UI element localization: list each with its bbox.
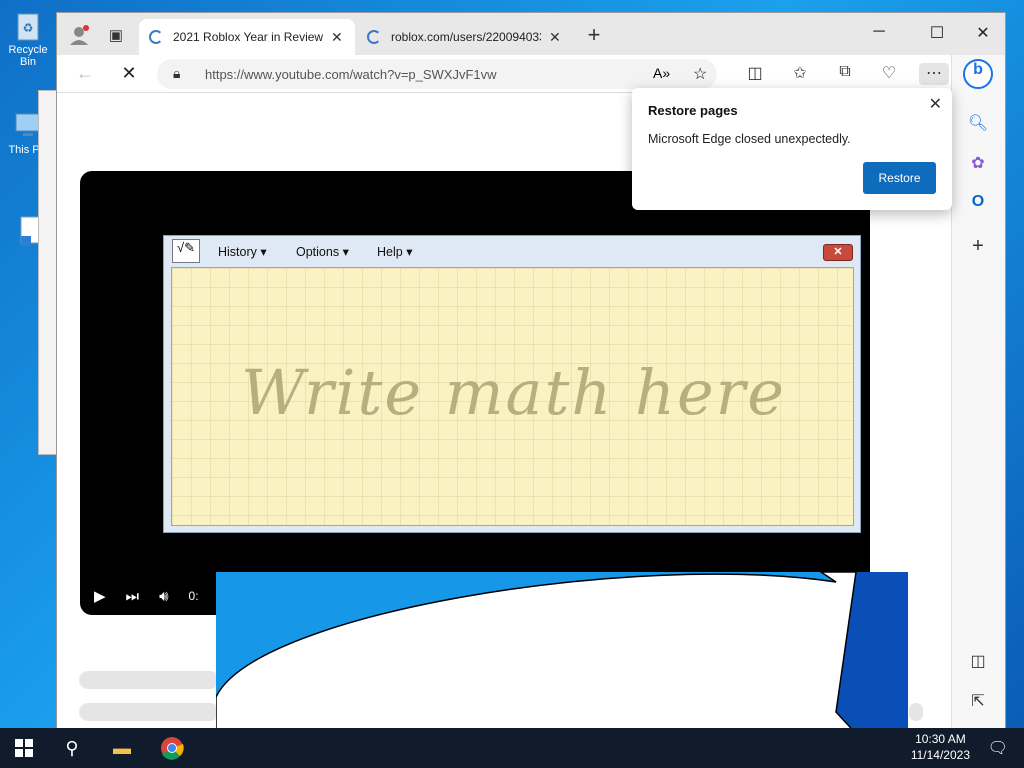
math-input-titlebar: √✎ History ▾ Options ▾ Help ▾ ✕ (164, 236, 860, 266)
menu-options[interactable]: Options ▾ (296, 244, 349, 259)
popup-title: Restore pages (648, 103, 738, 118)
address-bar[interactable]: 🔒︎ https://www.youtube.com/watch?v=p_SWX… (157, 59, 717, 89)
close-icon[interactable]: ✕ (929, 94, 942, 114)
close-tab-icon[interactable]: ✕ (549, 29, 561, 46)
restore-pages-popup: Restore pages Microsoft Edge closed unex… (632, 88, 952, 210)
menu-history[interactable]: History ▾ (218, 244, 267, 259)
file-explorer-icon[interactable]: ▬ (108, 734, 136, 762)
new-tab-button[interactable]: + (580, 21, 608, 49)
edge-sidebar: b 🔍︎ ✿ O + ◫ ⇱ (951, 55, 1005, 729)
read-aloud-icon[interactable]: A» (653, 65, 670, 81)
back-icon[interactable]: ← (73, 63, 97, 85)
split-screen-icon[interactable]: ◫ (743, 63, 767, 85)
favorites-icon[interactable]: ✩ (788, 63, 812, 85)
restore-button[interactable]: Restore (863, 162, 936, 194)
sidebar-toggle-icon[interactable]: ◫ (965, 651, 991, 677)
video-time: 0: (188, 589, 199, 603)
svg-text:♻: ♻ (23, 21, 34, 35)
volume-icon[interactable]: 🔊︎ (159, 588, 168, 605)
next-icon[interactable]: ⏭ (126, 588, 140, 605)
clock-time: 10:30 AM (915, 732, 966, 746)
loading-placeholder (909, 703, 923, 721)
microsoft-365-icon[interactable]: ✿ (965, 153, 991, 179)
tab-roblox-users[interactable]: roblox.com/users/220094033 ✕ (357, 19, 573, 55)
system-clock[interactable]: 10:30 AM 11/14/2023 (911, 731, 970, 763)
windows-start-icon[interactable] (10, 734, 38, 762)
notification-icon[interactable]: 🗨︎ (988, 738, 1008, 758)
tab-title: 2021 Roblox Year in Review: I (173, 30, 323, 44)
collections-icon[interactable]: ⧉ (833, 63, 857, 85)
add-icon[interactable]: + (965, 235, 991, 261)
recycle-bin-icon: ♻ (11, 8, 45, 42)
menu-help[interactable]: Help ▾ (377, 244, 412, 259)
tab-bar: ▣ 2021 Roblox Year in Review: I ✕ roblox… (57, 13, 1005, 55)
desktop-icon-label: Recycle Bin (8, 44, 48, 68)
tab-actions-icon[interactable]: ▣ (102, 21, 130, 49)
outlook-icon[interactable]: O (965, 193, 991, 219)
desktop-icon-recycle-bin[interactable]: ♻ Recycle Bin (0, 8, 56, 68)
bing-chat-icon[interactable]: b (963, 59, 993, 89)
open-external-icon[interactable]: ⇱ (965, 691, 991, 717)
performance-icon[interactable]: ♡ (877, 63, 901, 85)
popup-message: Microsoft Edge closed unexpectedly. (648, 132, 851, 146)
search-icon[interactable]: 🔍︎ (965, 113, 991, 139)
favorite-star-icon[interactable]: ☆ (693, 64, 707, 84)
tab-roblox-year-review[interactable]: 2021 Roblox Year in Review: I ✕ (139, 19, 355, 55)
tab-title: roblox.com/users/220094033 (391, 30, 541, 44)
lock-icon: 🔒︎ (173, 65, 181, 81)
loading-placeholder (79, 671, 219, 689)
writing-hint: Write math here (241, 356, 786, 429)
writing-area[interactable]: Write math here (171, 267, 854, 526)
math-input-logo-icon: √✎ (172, 239, 200, 263)
minimize-icon[interactable]: ─ (867, 23, 891, 41)
close-tab-icon[interactable]: ✕ (331, 29, 343, 46)
taskbar: ⚲ ▬ 10:30 AM 11/14/2023 🗨︎ (0, 728, 1024, 768)
loading-placeholder (79, 703, 219, 721)
math-input-panel: √✎ History ▾ Options ▾ Help ▾ ✕ Write ma… (163, 235, 861, 533)
chrome-icon[interactable] (158, 734, 186, 762)
search-icon[interactable]: ⚲ (58, 734, 86, 762)
clock-date: 11/14/2023 (910, 748, 970, 762)
url-text[interactable]: https://www.youtube.com/watch?v=p_SWXJvF… (205, 67, 497, 82)
loading-icon (149, 30, 163, 44)
settings-more-icon[interactable]: ⋯ (919, 63, 949, 85)
loading-icon (367, 30, 381, 44)
play-icon[interactable]: ▶ (94, 587, 106, 605)
video-controls: ▶ ⏭ 🔊︎ 0: (94, 587, 199, 606)
close-window-icon[interactable]: ✕ (971, 23, 995, 43)
stop-loading-icon[interactable]: ✕ (117, 63, 141, 85)
maximize-icon[interactable]: ☐ (925, 23, 949, 43)
profile-icon[interactable] (65, 21, 93, 49)
close-icon[interactable]: ✕ (823, 244, 853, 261)
